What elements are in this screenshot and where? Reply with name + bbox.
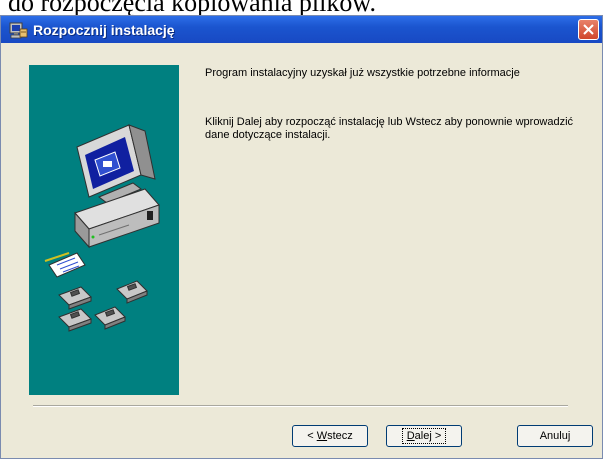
back-button-prefix: < [307,430,317,442]
divider [33,405,568,407]
back-button[interactable]: < Wstecz [292,425,368,447]
dialog-body: Program instalacyjny uzyskał już wszystk… [3,43,600,456]
next-button-label: alej > [414,430,442,442]
next-button[interactable]: Dalej > [386,425,462,447]
window-title: Rozpocznij instalację [33,21,175,38]
cancel-button[interactable]: Anuluj [517,425,593,447]
next-button-focus: Dalej > [401,428,447,444]
next-button-mnemonic: D [406,430,415,442]
computer-setup-illustration [44,124,160,332]
wizard-side-panel [29,65,179,395]
close-icon [583,24,594,35]
info-message: Program instalacyjny uzyskał już wszystk… [205,67,520,79]
close-button[interactable] [578,19,599,40]
instruction-message: Kliknij Dalej aby rozpocząć instalację l… [205,116,574,141]
installer-icon [9,22,28,38]
installer-dialog: Rozpocznij instalację Program instalacyj… [0,15,603,459]
back-button-label: stecz [327,430,353,442]
back-button-mnemonic: W [316,430,328,442]
title-bar[interactable]: Rozpocznij instalację [1,16,602,43]
